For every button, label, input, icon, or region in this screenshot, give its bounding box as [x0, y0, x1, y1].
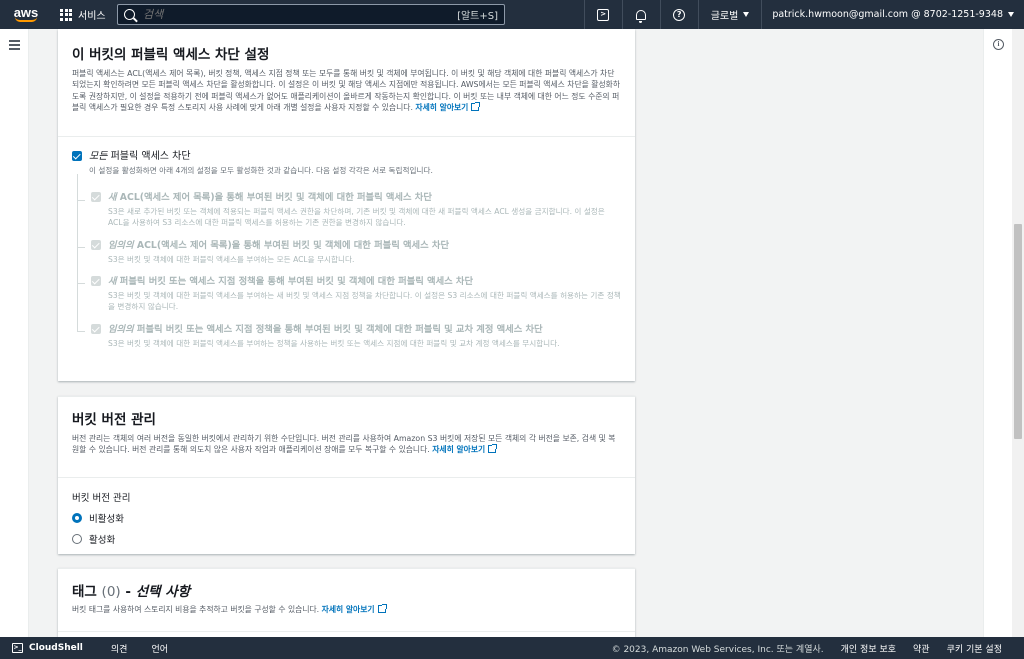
help-icon: ?: [673, 8, 686, 21]
block-public-access-panel: 이 버킷의 퍼블릭 액세스 차단 설정 퍼블릭 액세스는 ACL(액세스 제어 …: [58, 29, 635, 381]
block-public-access-description: 퍼블릭 액세스는 ACL(액세스 제어 목록), 버킷 정책, 액세스 지점 정…: [72, 69, 620, 112]
tags-panel: 태그 (0) - 선택 사항 버킷 태그를 사용하여 스토리지 비용을 추적하고…: [58, 568, 635, 637]
learn-more-link[interactable]: 자세히 알아보기: [415, 101, 481, 112]
notifications-button[interactable]: [621, 0, 660, 29]
search-box[interactable]: [알트+S]: [117, 4, 505, 25]
account-menu[interactable]: patrick.hwmoon@gmail.com @ 8702-1251-934…: [761, 0, 1024, 29]
left-side-rail: [0, 29, 29, 637]
versioning-disable-option[interactable]: 비활성화: [72, 511, 130, 525]
grid-icon: [60, 8, 72, 21]
page-scrollbar[interactable]: [1012, 29, 1024, 637]
privacy-link[interactable]: 개인 정보 보호: [841, 642, 896, 655]
terms-link[interactable]: 약관: [913, 642, 930, 655]
terminal-icon: >: [597, 8, 610, 21]
nav-right-group: > ? 글로벌 patrick.hwmoon@gmail.com @ 8702-…: [583, 0, 1024, 29]
tags-description: 버킷 태그를 사용하여 스토리지 비용을 추적하고 버킷을 구성할 수 있습니다…: [72, 604, 621, 615]
versioning-enable-option[interactable]: 활성화: [72, 532, 130, 546]
block-new-acl-option[interactable]: 새 ACL(액세스 제어 목록)을 통해 부여된 버킷 및 객체에 대한 퍼블릭…: [91, 192, 621, 228]
footer-bar: >_ CloudShell 의견 언어 © 2023, Amazon Web S…: [0, 637, 1024, 659]
divider: [58, 136, 635, 137]
block-any-acl-option[interactable]: 임의의 ACL(액세스 제어 목록)을 통해 부여된 버킷 및 객체에 대한 퍼…: [91, 240, 621, 265]
block-any-policy-option[interactable]: 임의의 퍼블릭 버킷 또는 액세스 지점 정책을 통해 부여된 버킷 및 객체에…: [91, 324, 621, 349]
info-icon[interactable]: i: [993, 39, 1004, 50]
tree-branch: [77, 283, 85, 284]
language-link[interactable]: 언어: [151, 642, 168, 655]
search-icon: [124, 9, 135, 20]
tree-connector: [77, 174, 78, 331]
region-selector[interactable]: 글로벌: [697, 0, 762, 29]
tree-branch: [77, 331, 85, 332]
versioning-field: 버킷 버전 관리 비활성화 활성화: [72, 490, 130, 553]
bell-icon: [636, 9, 647, 23]
search-input[interactable]: [143, 8, 458, 21]
services-label: 서비스: [78, 11, 106, 22]
block-any-policy-checkbox[interactable]: [91, 324, 101, 334]
top-navigation-bar: aws 서비스 [알트+S] > ? 글로벌 patrick.hwmoon@gm…: [0, 0, 1024, 29]
learn-more-link[interactable]: 자세히 알아보기: [432, 444, 498, 454]
external-link-icon: [471, 101, 481, 111]
bucket-versioning-title: 버킷 버전 관리: [72, 412, 156, 428]
versioning-enable-radio[interactable]: [72, 534, 82, 544]
versioning-field-label: 버킷 버전 관리: [72, 493, 131, 504]
block-all-checkbox[interactable]: [72, 151, 82, 161]
search-shortcut-hint: [알트+S]: [457, 11, 498, 22]
bucket-versioning-description: 버전 관리는 객체의 여러 버전을 동일한 버킷에서 관리하기 위한 수단입니다…: [72, 434, 616, 455]
feedback-link[interactable]: 의견: [111, 642, 128, 655]
tree-branch: [77, 200, 85, 201]
tags-optional: 선택 사항: [135, 584, 191, 600]
services-menu-button[interactable]: 서비스: [60, 0, 106, 29]
right-side-rail: i: [983, 29, 1012, 637]
help-button[interactable]: ?: [659, 0, 698, 29]
menu-icon[interactable]: [9, 40, 20, 53]
block-new-policy-option[interactable]: 새 퍼블릭 버킷 또는 액세스 지점 정책을 통해 부여된 버킷 및 객체에 대…: [91, 276, 621, 312]
block-all-public-access-option[interactable]: 모든 퍼블릭 액세스 차단 이 설정을 활성화하면 아래 4개의 설정을 모두 …: [72, 151, 433, 176]
learn-more-link[interactable]: 자세히 알아보기: [322, 604, 387, 614]
external-link-icon: [377, 604, 387, 613]
footer-right-group: © 2023, Amazon Web Services, Inc. 또는 계열사…: [612, 642, 1002, 655]
copyright-text: © 2023, Amazon Web Services, Inc. 또는 계열사…: [611, 644, 824, 655]
external-link-icon: [488, 444, 498, 454]
cloudshell-icon: >_: [12, 643, 23, 653]
cloudshell-nav-button[interactable]: >: [583, 0, 622, 29]
tree-branch: [77, 247, 85, 248]
bucket-versioning-panel: 버킷 버전 관리 버전 관리는 객체의 여러 버전을 동일한 버킷에서 관리하기…: [58, 396, 635, 554]
tags-title: 태그 (0) - 선택 사항: [72, 584, 191, 600]
block-any-acl-checkbox[interactable]: [91, 240, 101, 250]
divider: [58, 631, 635, 632]
divider: [58, 477, 635, 478]
tags-count: (0): [101, 584, 121, 600]
scrollbar-thumb[interactable]: [1014, 224, 1022, 439]
region-label: 글로벌: [710, 11, 739, 22]
aws-logo[interactable]: aws: [4, 0, 48, 29]
aws-smile-icon: [15, 17, 37, 22]
cookie-preferences-link[interactable]: 쿠키 기본 설정: [947, 642, 1002, 655]
account-label: patrick.hwmoon@gmail.com @ 8702-1251-934…: [772, 9, 1003, 20]
cloudshell-link[interactable]: CloudShell: [29, 643, 83, 653]
caret-down-icon: [1008, 12, 1014, 17]
block-public-access-title: 이 버킷의 퍼블릭 액세스 차단 설정: [72, 47, 270, 63]
block-new-policy-checkbox[interactable]: [91, 276, 101, 286]
caret-down-icon: [743, 12, 750, 17]
block-new-acl-checkbox[interactable]: [91, 192, 101, 202]
versioning-disable-radio[interactable]: [72, 513, 82, 523]
